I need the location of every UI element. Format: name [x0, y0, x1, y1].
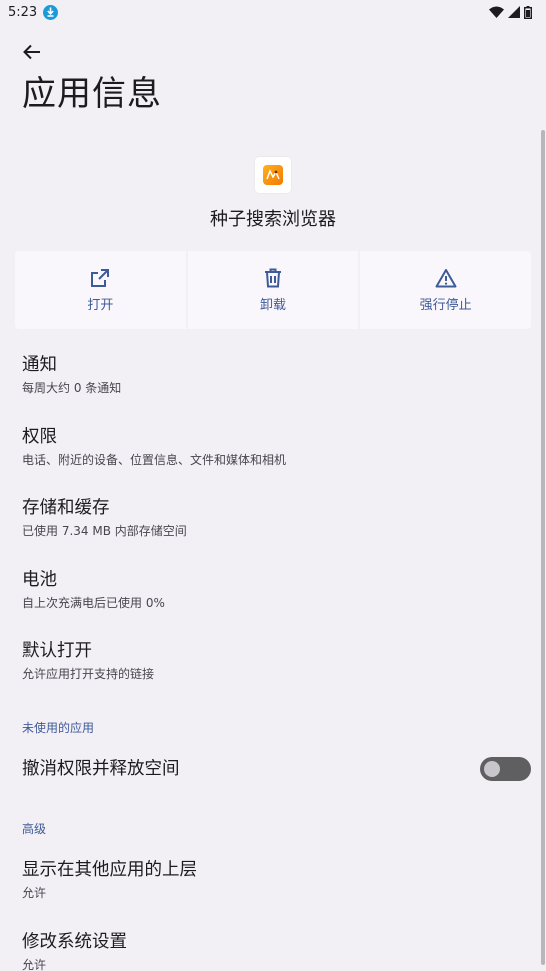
uninstall-button-label: 卸载: [260, 297, 287, 313]
download-notification-icon: [43, 4, 59, 20]
battery-item[interactable]: 电池 自上次充满电后已使用 0%: [22, 569, 522, 611]
warning-icon: [435, 268, 457, 287]
toggle-knob: [484, 761, 500, 777]
section-header-unused-apps: 未使用的应用: [22, 721, 95, 735]
scrollbar[interactable]: [541, 130, 545, 965]
modify-system-settings-title: 修改系统设置: [22, 932, 127, 952]
uninstall-button[interactable]: 卸载: [187, 251, 359, 329]
cell-signal-icon: [508, 6, 520, 18]
notifications-title: 通知: [22, 355, 57, 375]
storage-item[interactable]: 存储和缓存 已使用 7.34 MB 内部存储空间: [22, 497, 522, 539]
back-button[interactable]: [18, 38, 46, 66]
force-stop-button-label: 强行停止: [419, 297, 472, 313]
app-icon: [255, 157, 291, 193]
display-over-apps-title: 显示在其他应用的上层: [22, 860, 197, 880]
permissions-item[interactable]: 权限 电话、附近的设备、位置信息、文件和媒体和相机: [22, 426, 522, 468]
arrow-back-icon: [23, 44, 40, 60]
app-logo: [263, 165, 283, 185]
storage-title: 存储和缓存: [22, 498, 110, 518]
open-by-default-summary: 允许应用打开支持的链接: [22, 667, 155, 681]
status-right: [489, 5, 532, 19]
open-button[interactable]: 打开: [15, 251, 186, 329]
notifications-item[interactable]: 通知 每周大约 0 条通知: [22, 354, 522, 396]
storage-summary: 已使用 7.34 MB 内部存储空间: [22, 524, 187, 538]
revoke-permissions-item[interactable]: 撤消权限并释放空间: [22, 758, 462, 780]
trash-icon: [265, 268, 281, 287]
app-name: 种子搜索浏览器: [210, 209, 336, 230]
action-bar: 打开 卸载 强行停止: [15, 251, 532, 329]
open-by-default-title: 默认打开: [22, 641, 92, 661]
notifications-summary: 每周大约 0 条通知: [22, 381, 122, 395]
open-external-icon: [91, 268, 110, 287]
status-bar: 5:23: [0, 0, 546, 24]
force-stop-button[interactable]: 强行停止: [360, 251, 532, 329]
wifi-icon: [489, 6, 504, 18]
display-over-apps-item[interactable]: 显示在其他应用的上层 允许: [22, 859, 522, 901]
battery-icon: [524, 5, 532, 19]
display-over-apps-summary: 允许: [22, 886, 47, 900]
open-by-default-item[interactable]: 默认打开 允许应用打开支持的链接: [22, 640, 522, 682]
battery-title: 电池: [22, 570, 57, 590]
revoke-permissions-title: 撤消权限并释放空间: [22, 759, 180, 779]
permissions-title: 权限: [22, 427, 57, 447]
open-button-label: 打开: [87, 297, 114, 313]
status-time: 5:23: [8, 4, 38, 20]
page-title: 应用信息: [22, 74, 162, 114]
section-header-advanced: 高级: [22, 822, 47, 836]
revoke-permissions-toggle[interactable]: [480, 757, 531, 781]
permissions-summary: 电话、附近的设备、位置信息、文件和媒体和相机: [22, 453, 287, 467]
modify-system-settings-item[interactable]: 修改系统设置 允许: [22, 931, 522, 971]
status-left: 5:23: [8, 4, 59, 20]
battery-summary: 自上次充满电后已使用 0%: [22, 596, 165, 610]
modify-system-settings-summary: 允许: [22, 958, 47, 971]
